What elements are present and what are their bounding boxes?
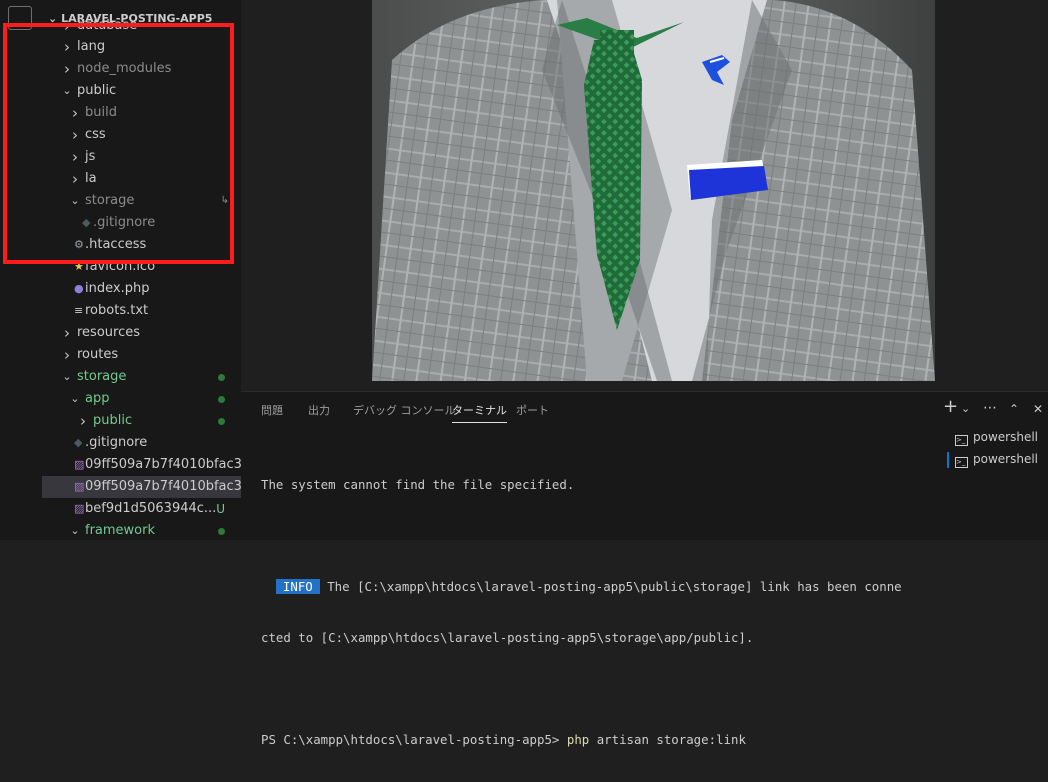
tab-ports[interactable]: ポート [516, 402, 549, 418]
tree-item-label: index.php [85, 281, 150, 296]
tree-item-label: bef9d1d5063944c... [85, 501, 217, 516]
tree-item-label: robots.txt [85, 303, 149, 318]
terminal-line: The system cannot find the file specifie… [261, 477, 575, 492]
tab-debug-console[interactable]: デバッグ コンソール [353, 402, 456, 418]
modified-dot-icon [218, 396, 225, 403]
terminal-name: powershell [973, 430, 1038, 444]
tree-folder[interactable]: ⌄ app [42, 388, 241, 410]
image-preview [372, 0, 935, 381]
terminal-list-item[interactable]: >_ powershell [947, 452, 1038, 468]
tree-item-label: public [93, 413, 133, 428]
tree-item-label: 09ff509a7b7f4010bfac3... [85, 457, 241, 472]
tree-folder[interactable]: ⌄ storage [42, 366, 241, 388]
editor-area [241, 0, 1048, 391]
tree-item-label: routes [77, 347, 119, 362]
tree-item-label: framework [85, 523, 156, 538]
chevron-down-icon[interactable]: ⌄ [68, 388, 82, 410]
terminal-line: cted to [C:\xampp\htdocs\laravel-posting… [261, 630, 754, 645]
tree-file[interactable]: ◆ .gitignore [42, 432, 241, 454]
chevron-down-icon[interactable]: ⌄ [60, 366, 74, 388]
close-panel-icon[interactable]: ✕ [1033, 402, 1043, 416]
modified-dot-icon [218, 374, 225, 381]
chevron-down-icon[interactable]: ⌄ [68, 520, 82, 540]
tree-item-label: resources [77, 325, 141, 340]
tree-folder[interactable]: › public [42, 410, 241, 432]
highlight-annotation-box [3, 23, 234, 264]
terminal-list-item[interactable]: >_ powershell [955, 430, 1038, 446]
new-terminal-icon[interactable]: + [943, 396, 958, 417]
tree-file[interactable]: ● index.php [42, 278, 241, 300]
modified-dot-icon [218, 418, 225, 425]
terminal-icon: >_ [955, 435, 968, 446]
terminal-command-args: artisan storage:link [589, 732, 746, 747]
tab-problems[interactable]: 問題 [261, 402, 283, 418]
terminal-name: powershell [973, 452, 1038, 466]
tree-file[interactable]: ▨ bef9d1d5063944c... U [42, 498, 241, 520]
terminal-command-php: php [566, 732, 590, 747]
tree-file[interactable]: ▨ 09ff509a7b7f4010bfac3... [42, 476, 241, 498]
tree-item-label: storage [77, 369, 127, 384]
tree-item-label: app [85, 391, 110, 406]
tree-item-label: .gitignore [85, 435, 148, 450]
tree-folder[interactable]: ⌄ framework [42, 520, 241, 540]
terminal-icon: >_ [955, 457, 968, 468]
bottom-panel: 問題 出力 デバッグ コンソール ターミナル ポート + ⌄ ⋯ ⌃ ✕ The… [241, 391, 1048, 747]
chevron-right-icon[interactable]: › [60, 344, 74, 366]
tree-item-label: 09ff509a7b7f4010bfac3... [85, 479, 241, 494]
terminal-prompt: PS C:\xampp\htdocs\laravel-posting-app5> [261, 732, 567, 747]
terminal-line: The [C:\xampp\htdocs\laravel-posting-app… [319, 579, 902, 594]
more-actions-icon[interactable]: ⋯ [983, 400, 997, 416]
tree-file[interactable]: ≡ robots.txt [42, 300, 241, 322]
suit-photo [372, 0, 935, 381]
maximize-panel-icon[interactable]: ⌃ [1009, 402, 1019, 416]
git-status-badge: U [216, 502, 225, 516]
tab-output[interactable]: 出力 [308, 402, 330, 418]
terminal-output[interactable]: The system cannot find the file specifie… [261, 442, 902, 782]
tree-folder[interactable]: › routes [42, 344, 241, 366]
chevron-right-icon[interactable]: › [76, 410, 90, 432]
modified-dot-icon [218, 528, 225, 535]
tab-terminal[interactable]: ターミナル [452, 402, 507, 423]
info-badge: INFO [275, 579, 320, 594]
tree-file[interactable]: ▨ 09ff509a7b7f4010bfac3... [42, 454, 241, 476]
chevron-right-icon[interactable]: › [60, 322, 74, 344]
chevron-down-icon[interactable]: ⌄ [961, 402, 970, 415]
tree-folder[interactable]: › resources [42, 322, 241, 344]
